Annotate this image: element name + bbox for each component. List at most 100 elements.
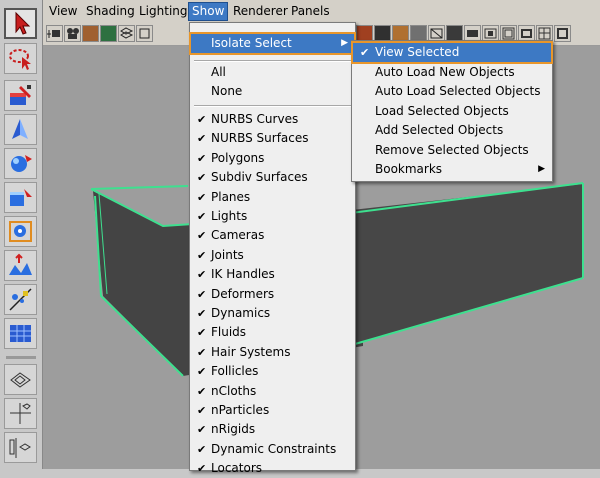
show-item-label: Hair Systems: [211, 344, 291, 359]
scale-tool-icon[interactable]: [4, 182, 37, 213]
show-item-lights[interactable]: ✔ Lights: [191, 207, 354, 226]
isolate-item-remove-selected-objects[interactable]: Remove Selected Objects: [353, 141, 551, 160]
show-item-planes[interactable]: ✔ Planes: [191, 188, 354, 207]
last-tool-icon[interactable]: [4, 318, 37, 349]
show-item-hair-systems[interactable]: ✔ Hair Systems: [191, 343, 354, 362]
show-all-item[interactable]: All: [191, 63, 354, 82]
menu-panels[interactable]: Panels: [288, 3, 333, 20]
menu-view[interactable]: View: [46, 3, 80, 20]
isolate-item-view-selected[interactable]: ✔ View Selected: [351, 41, 553, 64]
show-item-deformers[interactable]: ✔ Deformers: [191, 285, 354, 304]
checkmark-icon: ✔: [197, 345, 207, 359]
checkmark-icon: ✔: [197, 307, 207, 320]
checkmark-icon: ✔: [197, 384, 207, 398]
menu-divider: [194, 60, 351, 62]
isolate-item-label: Add Selected Objects: [375, 123, 504, 138]
move-tool-icon[interactable]: [4, 114, 37, 145]
submenu-arrow-icon: ▶: [341, 38, 348, 48]
isolate-item-add-selected-objects[interactable]: Add Selected Objects: [353, 121, 551, 140]
checkmark-icon: ✔: [197, 423, 207, 437]
checkmark-icon: ✔: [197, 229, 207, 243]
show-item-fluids[interactable]: ✔ Fluids: [191, 323, 354, 342]
show-item-label: IK Handles: [211, 267, 275, 282]
image-plane-icon[interactable]: [100, 25, 117, 42]
show-item-label: Follicles: [211, 364, 259, 379]
universal-manipulator-icon[interactable]: [4, 216, 37, 247]
show-item-label: Lights: [211, 209, 248, 223]
single-pane-layout-icon[interactable]: [4, 364, 37, 395]
checkmark-icon: ✔: [197, 442, 207, 456]
isolate-item-label: Bookmarks: [375, 162, 443, 176]
wireframe-icon[interactable]: [136, 25, 153, 42]
isolate-item-label: View Selected: [375, 45, 460, 59]
show-item-joints[interactable]: ✔ Joints: [191, 246, 354, 265]
isolate-item-label: Remove Selected Objects: [375, 142, 529, 157]
checkmark-icon: ✔: [197, 113, 207, 126]
show-item-nurbs-curves[interactable]: ✔ NURBS Curves: [191, 110, 354, 129]
show-item-ncloths[interactable]: ✔ nCloths: [191, 382, 354, 401]
isolate-select-item[interactable]: Isolate Select ▶: [189, 32, 356, 55]
show-item-subdiv-surfaces[interactable]: ✔ Subdiv Surfaces: [191, 168, 354, 187]
show-item-label: NURBS Curves: [211, 112, 299, 126]
checkmark-icon: ✔: [197, 190, 207, 204]
show-item-ik-handles[interactable]: ✔ IK Handles: [191, 265, 354, 284]
show-item-label: Dynamic Constraints: [211, 441, 337, 456]
isolate-item-bookmarks[interactable]: Bookmarks ▶: [353, 160, 551, 179]
show-item-label: nCloths: [211, 383, 257, 398]
show-none-item[interactable]: None: [191, 82, 354, 101]
show-manipulator-icon[interactable]: [4, 284, 37, 315]
show-item-nrigids[interactable]: ✔ nRigids: [191, 420, 354, 439]
soft-modification-icon[interactable]: [4, 250, 37, 281]
show-item-cameras[interactable]: ✔ Cameras: [191, 226, 354, 245]
checkmark-icon: ✔: [197, 365, 207, 379]
show-item-label: Fluids: [211, 325, 247, 340]
checkmark-icon: ✔: [197, 171, 207, 185]
checkmark-icon: ✔: [197, 248, 207, 262]
show-all-label: All: [211, 65, 226, 79]
paint-select-tool-icon[interactable]: [4, 80, 37, 111]
menu-renderer[interactable]: Renderer: [230, 3, 291, 20]
show-item-label: Subdiv Surfaces: [211, 170, 308, 185]
isolate-item-label: Auto Load New Objects: [375, 65, 515, 79]
show-item-label: Planes: [211, 189, 251, 204]
isolate-item-auto-load-selected-objects[interactable]: Auto Load Selected Objects: [353, 82, 551, 101]
isolate-select-submenu: ✔ View Selected Auto Load New Objects Auto …: [351, 40, 553, 182]
two-pane-layout-icon[interactable]: [4, 432, 37, 463]
show-item-dynamics[interactable]: ✔ Dynamics: [191, 304, 354, 323]
checkmark-icon: ✔: [197, 268, 207, 282]
menu-show[interactable]: Show: [187, 2, 229, 21]
four-pane-layout-icon[interactable]: [4, 398, 37, 429]
isolate-item-auto-load-new-objects[interactable]: Auto Load New Objects: [353, 63, 551, 82]
bookmarks-icon[interactable]: [82, 25, 99, 42]
show-item-polygons[interactable]: ✔ Polygons: [191, 149, 354, 168]
show-item-nparticles[interactable]: ✔ nParticles: [191, 401, 354, 420]
checkmark-icon: ✔: [360, 46, 370, 59]
isolate-item-label: Auto Load Selected Objects: [375, 84, 541, 99]
show-none-label: None: [211, 84, 243, 98]
select-camera-icon[interactable]: [46, 25, 63, 42]
isolate-item-label: Load Selected Objects: [375, 103, 509, 118]
checkmark-icon: ✔: [197, 210, 207, 223]
isolate-item-load-selected-objects[interactable]: Load Selected Objects: [353, 102, 551, 121]
show-item-label: nRigids: [211, 422, 256, 437]
show-item-dynamic-constraints[interactable]: ✔ Dynamic Constraints: [191, 440, 354, 459]
show-item-label: Polygons: [211, 150, 265, 165]
show-item-follicles[interactable]: ✔ Follicles: [191, 362, 354, 381]
show-item-nurbs-surfaces[interactable]: ✔ NURBS Surfaces: [191, 129, 354, 148]
lasso-tool-icon[interactable]: [4, 43, 37, 74]
show-item-label: Joints: [211, 247, 244, 262]
grease-pencil-icon[interactable]: [554, 25, 571, 42]
menu-lighting[interactable]: Lighting: [136, 3, 191, 20]
grid-icon[interactable]: [118, 25, 135, 42]
show-menu: Isolate Select ▶ All None ✔ NURBS Curves ✔…: [189, 22, 356, 475]
camera-attributes-icon[interactable]: [64, 25, 81, 42]
show-item-label: NURBS Surfaces: [211, 131, 309, 146]
checkmark-icon: ✔: [197, 287, 207, 301]
rotate-tool-icon[interactable]: [4, 148, 37, 179]
checkmark-icon: ✔: [197, 151, 207, 165]
show-item-label: nParticles: [211, 403, 270, 417]
select-tool-icon[interactable]: [4, 8, 37, 39]
menu-shading[interactable]: Shading: [83, 3, 138, 20]
toolbox-divider: [6, 356, 36, 359]
show-item-label: Deformers: [211, 286, 275, 301]
